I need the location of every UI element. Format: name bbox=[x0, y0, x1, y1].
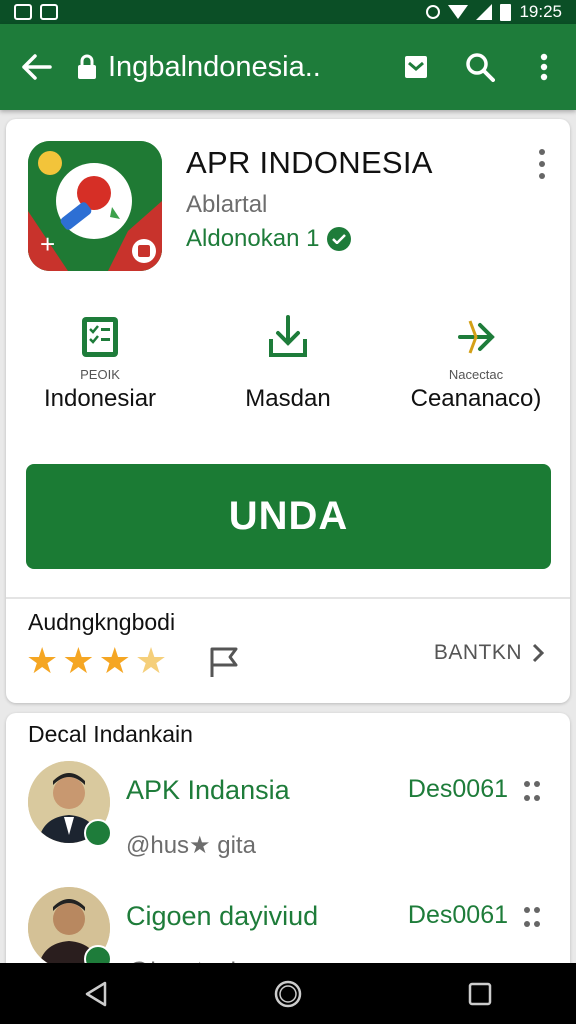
share-arrow-icon bbox=[456, 313, 496, 361]
mail-icon[interactable] bbox=[384, 24, 448, 110]
more-vert-icon[interactable] bbox=[532, 149, 552, 179]
lock-icon bbox=[74, 47, 100, 87]
star-icon: ★ bbox=[62, 640, 95, 681]
back-arrow-icon[interactable] bbox=[0, 24, 74, 110]
app-logo-icon: + bbox=[28, 141, 162, 271]
rating-label: Audngkngbodi bbox=[28, 609, 176, 635]
verified-icon bbox=[327, 227, 352, 251]
app-detail-card: + APR INDONESIA Ablartal Aldonokan 1 PEO… bbox=[6, 119, 570, 703]
stat-caption: PEOIK bbox=[80, 367, 120, 382]
notification-icon bbox=[14, 4, 32, 20]
review-version: Des0061 bbox=[407, 775, 508, 803]
stat-item: Nacectac Ceananaco) bbox=[382, 313, 570, 423]
star-icon: ★ bbox=[26, 640, 59, 681]
stat-value: Masdan bbox=[245, 385, 331, 412]
stat-caption: Nacectac bbox=[448, 367, 504, 382]
star-half-icon: ★ bbox=[134, 640, 168, 681]
review-app-name: APK Indansia bbox=[126, 775, 290, 805]
wifi-icon bbox=[448, 5, 469, 19]
notification-icon bbox=[40, 4, 58, 20]
see-more-label: BANTKN bbox=[433, 641, 522, 664]
stats-row: PEOIK Indonesiar Masdan Nacectac Ceanana… bbox=[6, 313, 570, 423]
see-more-link[interactable]: BANTKN bbox=[434, 641, 544, 665]
app-name: APR INDONESIA bbox=[186, 145, 433, 180]
stat-item: PEOIK Indonesiar bbox=[6, 313, 194, 423]
flag-icon[interactable] bbox=[206, 641, 246, 681]
stat-value: Ceananaco) bbox=[410, 385, 542, 412]
install-button[interactable]: UNDA bbox=[26, 464, 551, 569]
search-icon[interactable] bbox=[448, 24, 512, 110]
status-time: 19:25 bbox=[519, 2, 562, 21]
reviews-card: Decal Indankain APK Indansia @hus★ gita … bbox=[6, 713, 570, 973]
more-options-icon[interactable] bbox=[524, 907, 540, 931]
review-version: Des0061 bbox=[407, 901, 508, 929]
checklist-icon bbox=[80, 313, 120, 361]
list-item[interactable]: Cigoen dayiviud @hus★ gita Des0061 bbox=[6, 881, 570, 973]
status-bar: 19:25 bbox=[0, 0, 576, 24]
developer-link[interactable]: Ablartal bbox=[186, 191, 267, 219]
stat-item: Masdan bbox=[194, 313, 382, 423]
review-app-name: Cigoen dayiviud bbox=[126, 901, 319, 931]
star-icon: ★ bbox=[98, 640, 131, 681]
divider bbox=[6, 597, 570, 599]
review-author: @hus★ gita bbox=[126, 832, 256, 859]
nav-recents-icon[interactable] bbox=[450, 964, 510, 1024]
stat-value: Indonesiar bbox=[43, 385, 157, 412]
category-label: Aldonokan 1 bbox=[186, 225, 320, 252]
verified-badge-icon bbox=[84, 819, 112, 847]
rating-stars: ★ ★ ★ ★ bbox=[26, 643, 167, 679]
section-title: Decal Indankain bbox=[28, 721, 193, 747]
nav-home-icon[interactable] bbox=[258, 964, 318, 1024]
chevron-right-icon bbox=[532, 643, 544, 663]
more-options-icon[interactable] bbox=[524, 781, 540, 805]
nav-back-icon[interactable] bbox=[66, 964, 126, 1024]
page-title: Ingbalndonesia.. bbox=[108, 50, 321, 83]
svg-text:+: + bbox=[40, 229, 55, 259]
app-category[interactable]: Aldonokan 1 bbox=[186, 225, 352, 253]
download-icon bbox=[268, 313, 308, 361]
list-item[interactable]: APK Indansia @hus★ gita Des0061 bbox=[6, 755, 570, 875]
app-bar: Ingbalndonesia.. bbox=[0, 24, 576, 110]
more-vert-icon[interactable] bbox=[512, 24, 576, 110]
alarm-icon bbox=[426, 5, 441, 19]
system-nav-bar bbox=[0, 963, 576, 1024]
battery-icon bbox=[500, 3, 512, 21]
signal-icon bbox=[476, 4, 493, 20]
